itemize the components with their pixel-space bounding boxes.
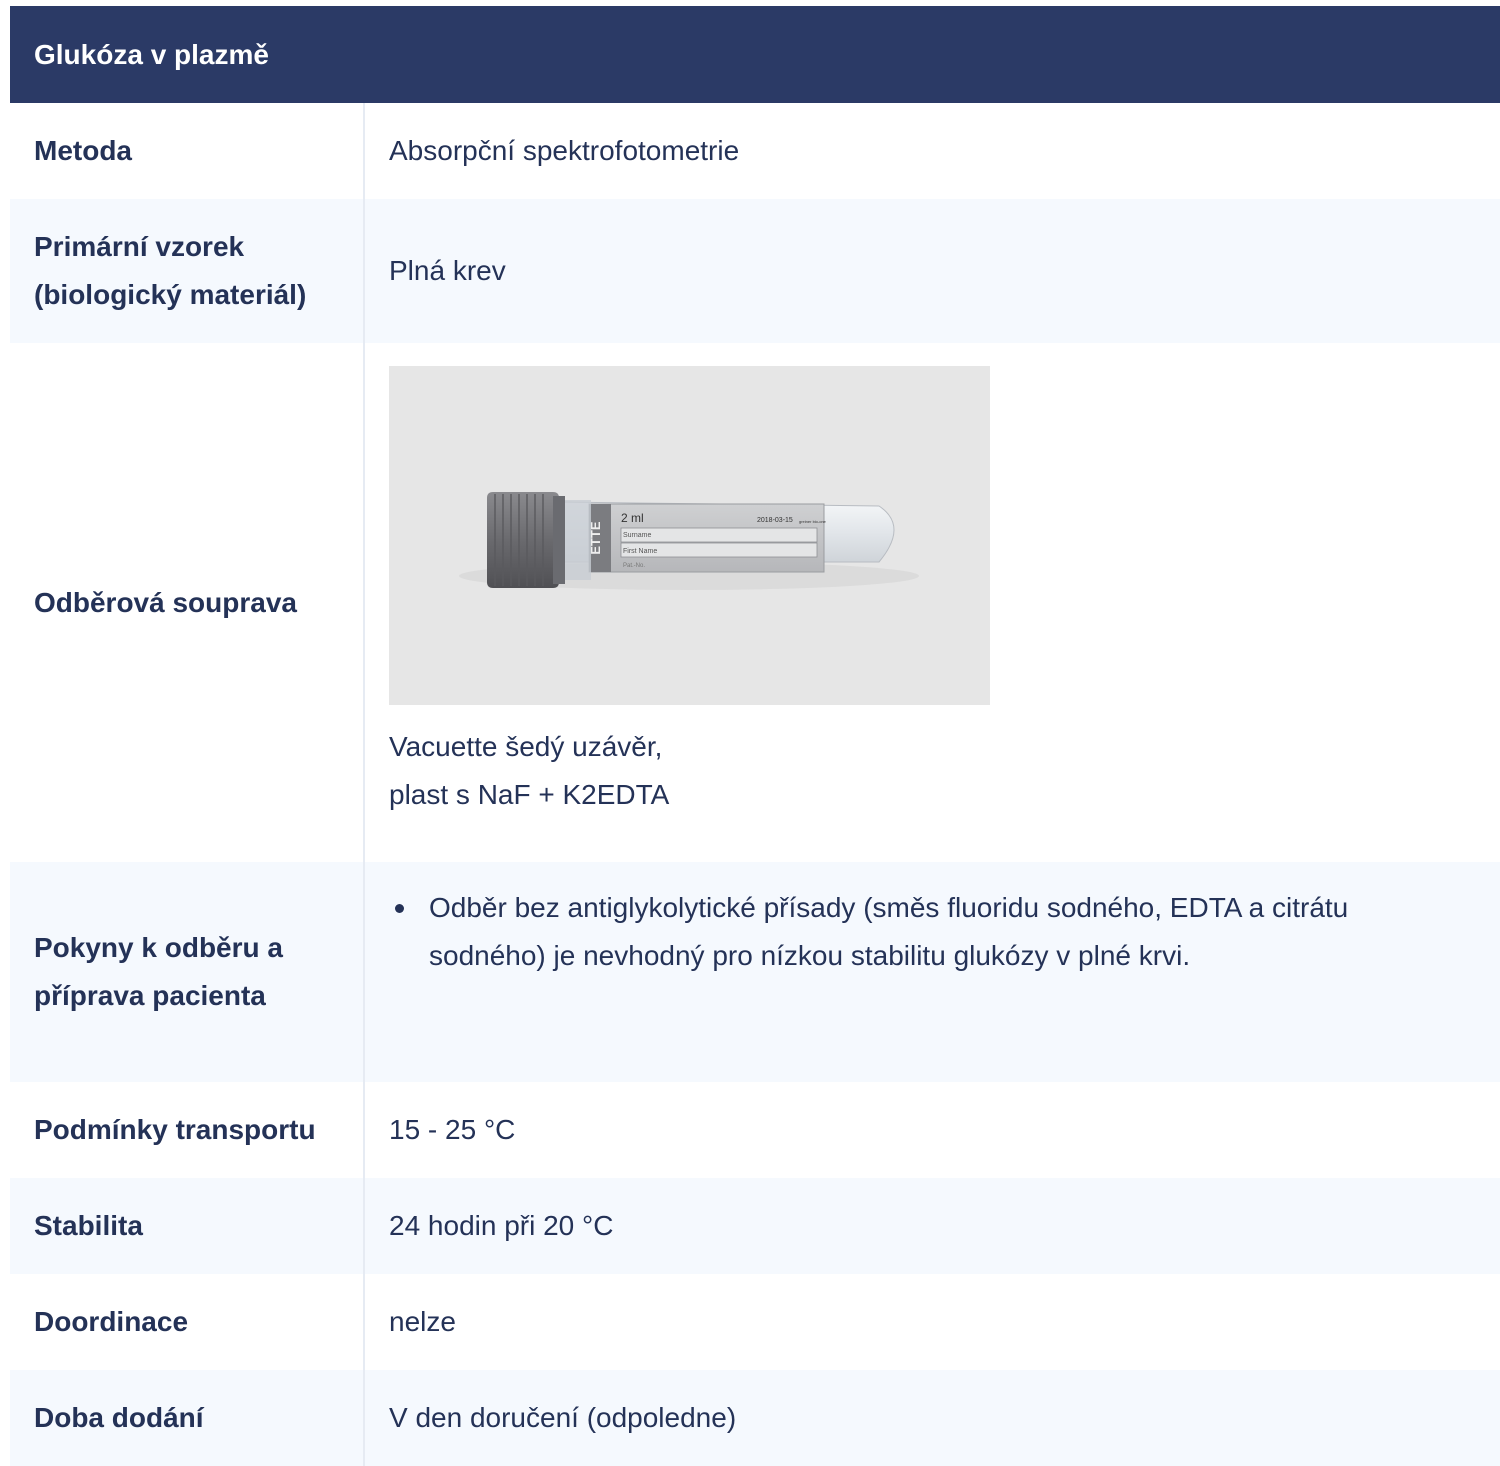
row-label: Pokyny k odběru a příprava pacienta [10, 862, 365, 1082]
tube-caption-line2: plast s NaF + K2EDTA [389, 779, 670, 810]
row-label: Podmínky transportu [10, 1082, 365, 1178]
row-value: ETTE 2 ml 2018-03-15 greiner bio-one Sur… [365, 343, 1500, 862]
tube-field-firstname: First Name [623, 548, 657, 555]
tube-field-patno: Pat.-No. [623, 563, 645, 569]
instructions-list: Odběr bez antiglykolytické přísady (směs… [389, 884, 1460, 980]
row-value: nelze [389, 1306, 456, 1337]
row-label: Primární vzorek (biologický materiál) [10, 199, 365, 343]
tube-date-text: 2018-03-15 [757, 517, 793, 524]
row-doba-dodani: Doba dodání V den doručení (odpoledne) [10, 1370, 1500, 1466]
row-label: Stabilita [10, 1178, 365, 1274]
row-stabilita: Stabilita 24 hodin při 20 °C [10, 1178, 1500, 1274]
row-value: Absorpční spektrofotometrie [389, 135, 740, 166]
row-label: Odběrová souprava [10, 343, 365, 862]
blood-tube-image: ETTE 2 ml 2018-03-15 greiner bio-one Sur… [389, 366, 990, 705]
row-value: 24 hodin při 20 °C [389, 1210, 614, 1241]
tube-brand-text: greiner bio-one [799, 519, 827, 524]
blood-tube-illustration: ETTE 2 ml 2018-03-15 greiner bio-one Sur… [459, 492, 919, 590]
row-label: Metoda [10, 103, 365, 199]
row-metoda: Metoda Absorpční spektrofotometrie [10, 103, 1500, 199]
tube-field-surname: Surname [623, 532, 652, 539]
tube-caption-line1: Vacuette šedý uzávěr, [389, 731, 663, 762]
list-item: Odběr bez antiglykolytické přísady (směs… [389, 884, 1460, 980]
row-odberova-souprava: Odběrová souprava ETTE 2 ml 2018-03-15 g… [10, 343, 1500, 862]
row-pokyny: Pokyny k odběru a příprava pacienta Odbě… [10, 862, 1500, 1082]
row-value: Plná krev [389, 255, 506, 286]
row-value: 15 - 25 °C [389, 1114, 516, 1145]
info-table: Glukóza v plazmě Metoda Absorpční spektr… [10, 6, 1500, 1466]
row-primarni-vzorek: Primární vzorek (biologický materiál) Pl… [10, 199, 1500, 343]
row-value: V den doručení (odpoledne) [389, 1402, 737, 1433]
tube-volume-text: 2 ml [621, 511, 644, 525]
table-header: Glukóza v plazmě [10, 6, 1500, 103]
row-label: Doba dodání [10, 1370, 365, 1466]
table-title: Glukóza v plazmě [34, 38, 269, 70]
row-doordinace: Doordinace nelze [10, 1274, 1500, 1370]
row-value: Odběr bez antiglykolytické přísady (směs… [365, 862, 1500, 1082]
row-transport: Podmínky transportu 15 - 25 °C [10, 1082, 1500, 1178]
row-label: Doordinace [10, 1274, 365, 1370]
